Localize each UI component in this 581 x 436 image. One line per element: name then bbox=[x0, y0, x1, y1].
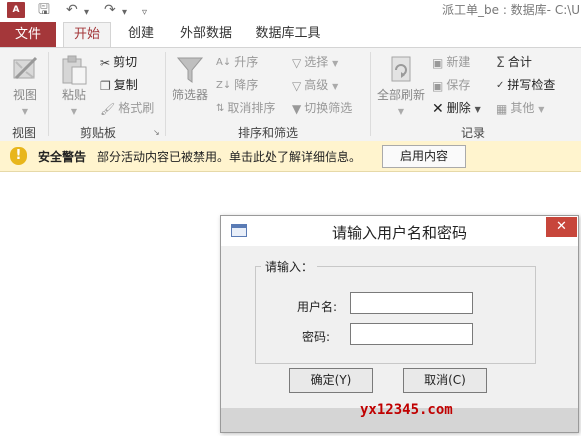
save-icon[interactable]: 🖫 bbox=[38, 1, 50, 19]
grid-icon: ▦ bbox=[496, 101, 508, 116]
cut-button[interactable]: ✂ 剪切 bbox=[100, 53, 137, 71]
sort-descending-button[interactable]: Z↓ 降序 bbox=[216, 76, 258, 94]
tab-create[interactable]: 创建 bbox=[119, 22, 163, 46]
paste-button[interactable]: 粘贴 ▼ bbox=[56, 54, 92, 117]
cancel-button[interactable]: 取消(C) bbox=[403, 368, 487, 393]
security-warning-bar: ! 安全警告 部分活动内容已被禁用。单击此处了解详细信息。 启用内容 bbox=[0, 141, 581, 172]
tab-external-data[interactable]: 外部数据 bbox=[176, 22, 236, 46]
sort-ascending-button[interactable]: A↓ 升序 bbox=[216, 53, 258, 71]
login-dialog: 请输入用户名和密码 ✕ 请输入： 用户名: 密码: 确定(Y) 取消(C) bbox=[220, 215, 579, 433]
tab-home[interactable]: 开始 bbox=[63, 22, 111, 48]
view-button[interactable]: 视图 ▼ bbox=[5, 54, 45, 117]
dialog-title: 请输入用户名和密码 bbox=[331, 224, 467, 242]
close-button[interactable]: ✕ bbox=[546, 217, 577, 237]
ok-button[interactable]: 确定(Y) bbox=[289, 368, 373, 393]
clear-sort-icon: ⇅ bbox=[216, 102, 225, 114]
security-warning-text[interactable]: 部分活动内容已被禁用。单击此处了解详细信息。 bbox=[97, 148, 361, 165]
enable-content-button[interactable]: 启用内容 bbox=[382, 145, 466, 168]
selection-filter-icon: ▽ bbox=[292, 55, 302, 70]
ribbon-tabs: 文件 开始 创建 外部数据 数据库工具 bbox=[0, 20, 581, 48]
username-label: 用户名: bbox=[297, 300, 338, 314]
save-record-button[interactable]: ▣ 保存 bbox=[432, 76, 470, 94]
security-warning-title: 安全警告 bbox=[38, 150, 87, 164]
refresh-all-button[interactable]: 全部刷新 ▼ bbox=[375, 54, 427, 117]
save-record-icon: ▣ bbox=[432, 78, 444, 93]
spelling-button[interactable]: ✓ 拼写检查 bbox=[496, 76, 555, 94]
paste-icon bbox=[62, 55, 87, 85]
scissors-icon: ✂ bbox=[100, 55, 111, 70]
clear-sort-button[interactable]: ⇅ 取消排序 bbox=[216, 99, 275, 117]
toggle-filter-icon: ▼ bbox=[292, 101, 302, 116]
dialog-title-bar[interactable]: 请输入用户名和密码 ✕ bbox=[221, 216, 578, 246]
clipboard-group-label: 剪贴板 bbox=[80, 126, 117, 140]
new-record-icon: ▣ bbox=[432, 55, 444, 70]
sort-filter-group-label: 排序和筛选 bbox=[238, 126, 299, 140]
filter-button[interactable]: 筛选器 bbox=[170, 54, 210, 103]
copy-button[interactable]: ❐ 复制 bbox=[100, 76, 138, 94]
username-input[interactable] bbox=[350, 292, 473, 314]
password-input[interactable] bbox=[350, 323, 473, 345]
views-group-label: 视图 bbox=[12, 126, 37, 140]
format-painter-button[interactable]: 🖌 格式刷 bbox=[100, 99, 154, 117]
sort-ascending-icon: A↓ bbox=[216, 56, 232, 68]
toggle-filter-button[interactable]: ▼ 切换筛选 bbox=[292, 99, 352, 117]
dialog-body: 请输入： 用户名: 密码: 确定(Y) 取消(C) bbox=[221, 246, 578, 408]
title-bar: A 🖫 ↶ ▾ ↷ ▾ ▿ 派工单_be : 数据库- C:\U bbox=[0, 0, 581, 20]
watermark-text: yx12345.com bbox=[360, 402, 453, 418]
copy-icon: ❐ bbox=[100, 78, 111, 93]
password-label: 密码: bbox=[302, 330, 331, 344]
view-icon bbox=[13, 56, 38, 80]
refresh-icon bbox=[391, 56, 411, 82]
shield-warning-icon: ! bbox=[10, 147, 27, 165]
redo-icon[interactable]: ↷ bbox=[104, 1, 116, 19]
selection-button[interactable]: ▽ 选择 ▼ bbox=[292, 53, 338, 71]
totals-button[interactable]: Σ 合计 bbox=[496, 53, 532, 71]
records-group-label: 记录 bbox=[461, 126, 486, 140]
undo-icon[interactable]: ↶ bbox=[66, 1, 78, 19]
window-title: 派工单_be : 数据库- C:\U bbox=[442, 3, 581, 17]
new-record-button[interactable]: ▣ 新建 bbox=[432, 53, 470, 71]
tab-database-tools[interactable]: 数据库工具 bbox=[252, 22, 324, 46]
advanced-button[interactable]: ▽ 高级 ▼ bbox=[292, 76, 338, 94]
credentials-group: 请输入： bbox=[255, 258, 536, 364]
sort-descending-icon: Z↓ bbox=[216, 79, 232, 91]
sigma-icon: Σ bbox=[496, 54, 505, 71]
ribbon: 视图 ▼ 视图 粘贴 ▼ ✂ 剪切 ❐ 复制 🖌 格式刷 剪贴板 ↘ 筛选器 A↓ 升序 Z… bbox=[0, 47, 581, 142]
spelling-check-icon: ✓ bbox=[496, 79, 505, 91]
funnel-icon bbox=[176, 57, 204, 83]
delete-record-button[interactable]: ✕ 删除 ▼ bbox=[432, 99, 481, 117]
clipboard-launcher-icon[interactable]: ↘ bbox=[153, 128, 160, 137]
format-painter-icon: 🖌 bbox=[100, 101, 116, 116]
tab-file[interactable]: 文件 bbox=[0, 22, 56, 47]
delete-icon: ✕ bbox=[432, 100, 444, 117]
advanced-filter-icon: ▽ bbox=[292, 78, 302, 93]
more-button[interactable]: ▦ 其他 ▼ bbox=[496, 99, 544, 117]
credentials-group-label: 请输入： bbox=[261, 258, 318, 275]
access-logo-icon: A bbox=[7, 2, 25, 18]
